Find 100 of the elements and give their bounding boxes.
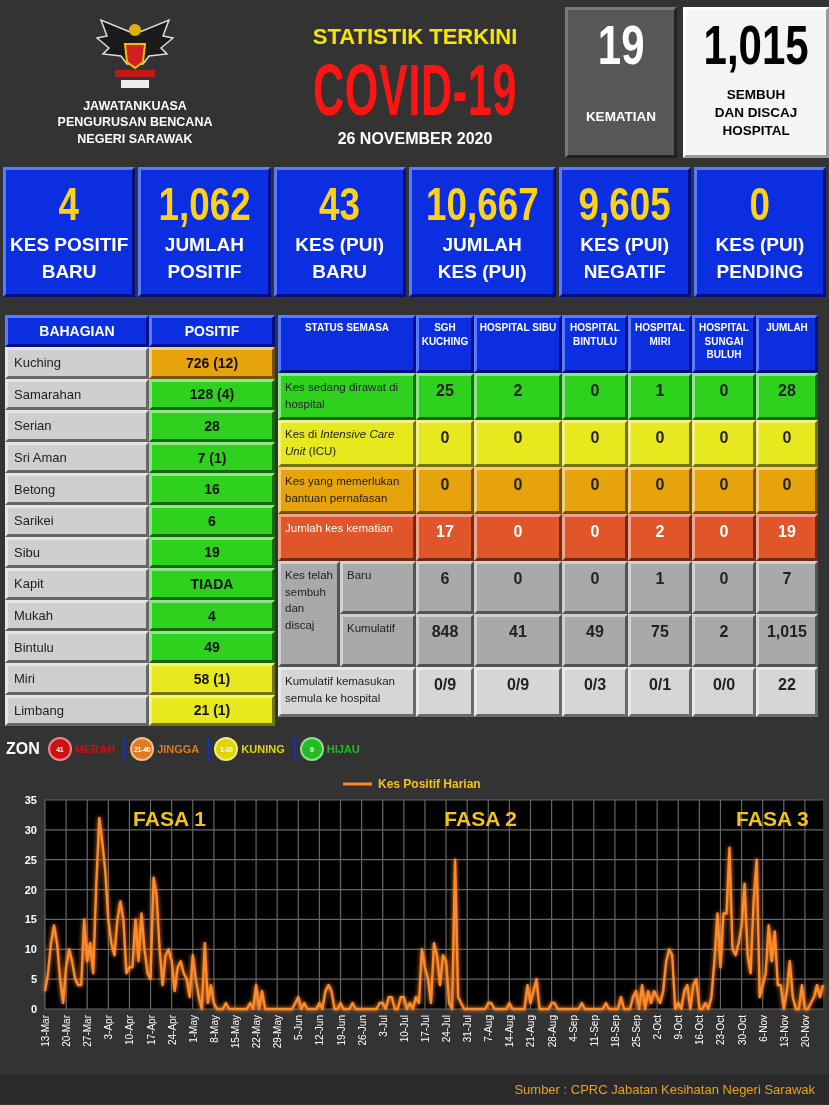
- status-sublabel: Kumulatif: [340, 614, 416, 667]
- x-tick-label: 20-Mar: [61, 1015, 73, 1047]
- table-cell: 0: [692, 420, 756, 467]
- x-tick-label: 21-Aug: [525, 1015, 537, 1048]
- positive-count: TIADA: [149, 568, 275, 600]
- positive-count: 6: [149, 504, 275, 537]
- x-tick-label: 3-Apr: [103, 1015, 115, 1040]
- phase-label: FASA 2: [444, 807, 518, 830]
- status-label: Kes di Intensive Care Unit (ICU): [278, 420, 416, 467]
- y-tick-label: 10: [24, 943, 37, 956]
- division-name: Kuching: [5, 347, 149, 379]
- x-tick-label: 31-Jul: [462, 1015, 474, 1043]
- positive-count: 28: [149, 410, 275, 442]
- x-tick-label: 18-Sep: [609, 1015, 621, 1048]
- table-cell: 2: [692, 614, 756, 667]
- table-cell: 7: [756, 561, 818, 614]
- table-cell: 0: [416, 420, 474, 467]
- x-tick-label: 10-Apr: [124, 1015, 136, 1045]
- x-tick-label: 13-Nov: [778, 1015, 790, 1048]
- table-cell: 0: [562, 373, 628, 420]
- positive-count: 7 (1): [149, 441, 275, 474]
- y-tick-label: 30: [24, 823, 37, 836]
- x-tick-label: 15-May: [230, 1015, 241, 1049]
- stat-label: KES (PUI) PENDING: [715, 233, 805, 284]
- division-name: Sri Aman: [5, 441, 149, 474]
- table-cell: 25: [416, 373, 474, 420]
- phase-label: FASA 1: [133, 807, 206, 830]
- positive-count: 21 (1): [149, 694, 275, 727]
- table-cell: 0/9: [416, 667, 474, 717]
- positive-count: 128 (4): [149, 378, 275, 411]
- table-cell: 0: [692, 373, 756, 420]
- stat-value: 43: [319, 177, 361, 232]
- x-tick-label: 12-Jun: [314, 1015, 326, 1046]
- x-tick-label: 8-May: [208, 1015, 220, 1043]
- positive-count: 49: [149, 631, 275, 663]
- y-tick-label: 25: [24, 853, 37, 866]
- x-tick-label: 30-Oct: [736, 1015, 748, 1045]
- division-name: Serian: [5, 410, 149, 442]
- positive-count: 16: [149, 473, 275, 505]
- stat-label: KES (PUI) NEGATIF: [580, 233, 669, 284]
- y-tick-label: 15: [24, 913, 37, 926]
- stat-value: 0: [749, 177, 771, 232]
- zone-label: HIJAU: [326, 743, 360, 755]
- date: 26 NOVEMBER 2020: [337, 130, 493, 148]
- stat-label: JUMLAH KES (PUI): [437, 233, 527, 284]
- zone-label: JINGGA: [157, 743, 200, 755]
- table-cell: 2: [474, 373, 562, 420]
- column-header: STATUS SEMASA: [278, 315, 416, 373]
- stat-label: KES (PUI) BARU: [295, 233, 384, 284]
- column-header: HOSPITAL SIBU: [474, 315, 562, 373]
- x-tick-label: 24-Jul: [441, 1015, 453, 1043]
- table-cell: 1,015: [756, 614, 818, 667]
- table-cell: 0: [562, 561, 628, 614]
- x-tick-label: 26-Jun: [356, 1015, 368, 1046]
- status-label: Jumlah kes kematian: [278, 514, 416, 561]
- table-cell: 0: [628, 467, 692, 514]
- table-cell: 0: [474, 514, 562, 561]
- positive-count: 58 (1): [149, 662, 275, 695]
- deaths-value: 19: [597, 12, 645, 78]
- headline: COVID-19: [312, 50, 518, 130]
- table-cell: 19: [756, 514, 818, 561]
- table-cell: 22: [756, 667, 818, 717]
- x-tick-label: 29-May: [272, 1015, 284, 1049]
- status-label: Kes telah sembuh dan discaj: [278, 561, 340, 667]
- x-tick-label: 6-Nov: [757, 1015, 769, 1042]
- x-tick-label: 19-Jun: [335, 1015, 347, 1046]
- x-tick-label: 20-Nov: [799, 1015, 811, 1048]
- x-tick-label: 23-Oct: [715, 1015, 727, 1045]
- table-cell: 41: [474, 614, 562, 667]
- phase-label: FASA 3: [736, 807, 809, 830]
- positive-count: 19: [149, 536, 275, 569]
- status-label: Kes yang memerlukan bantuan pernafasan: [278, 467, 416, 514]
- status-label: Kumulatif kemasukan semula ke hospital: [278, 667, 416, 717]
- column-header: BAHAGIAN: [5, 315, 149, 347]
- table-cell: 0: [628, 420, 692, 467]
- zone-title: ZON: [6, 740, 40, 758]
- column-header: HOSPITAL BINTULU: [562, 315, 628, 373]
- x-tick-label: 17-Jul: [419, 1015, 431, 1043]
- x-tick-label: 25-Sep: [631, 1015, 643, 1048]
- division-name: Limbang: [5, 694, 149, 727]
- division-name: Miri: [5, 662, 149, 695]
- stat-value: 9,605: [578, 177, 671, 232]
- x-tick-label: 10-Jul: [398, 1015, 410, 1043]
- x-tick-label: 4-Sep: [567, 1015, 579, 1042]
- stat-label: KES POSITIF BARU: [10, 233, 129, 284]
- column-header: POSITIF: [149, 315, 275, 347]
- recovered-value: 1,015: [703, 12, 809, 78]
- table-cell: 848: [416, 614, 474, 667]
- zone-label: KUNING: [241, 743, 285, 755]
- column-header: HOSPITAL SUNGAI BULUH: [692, 315, 756, 373]
- table-cell: 0/1: [628, 667, 692, 717]
- table-cell: 0: [474, 561, 562, 614]
- source-note: Sumber : CPRC Jabatan Kesihatan Negeri Sarawak: [514, 1081, 815, 1097]
- recovered-label: SEMBUH DAN DISCAJ HOSPITAL: [714, 86, 798, 141]
- zone-label: MERAH: [74, 743, 116, 755]
- table-cell: 0: [562, 514, 628, 561]
- table-cell: 0: [756, 420, 818, 467]
- x-tick-label: 24-Apr: [166, 1015, 178, 1045]
- division-name: Samarahan: [5, 378, 149, 411]
- x-tick-label: 28-Aug: [546, 1015, 558, 1048]
